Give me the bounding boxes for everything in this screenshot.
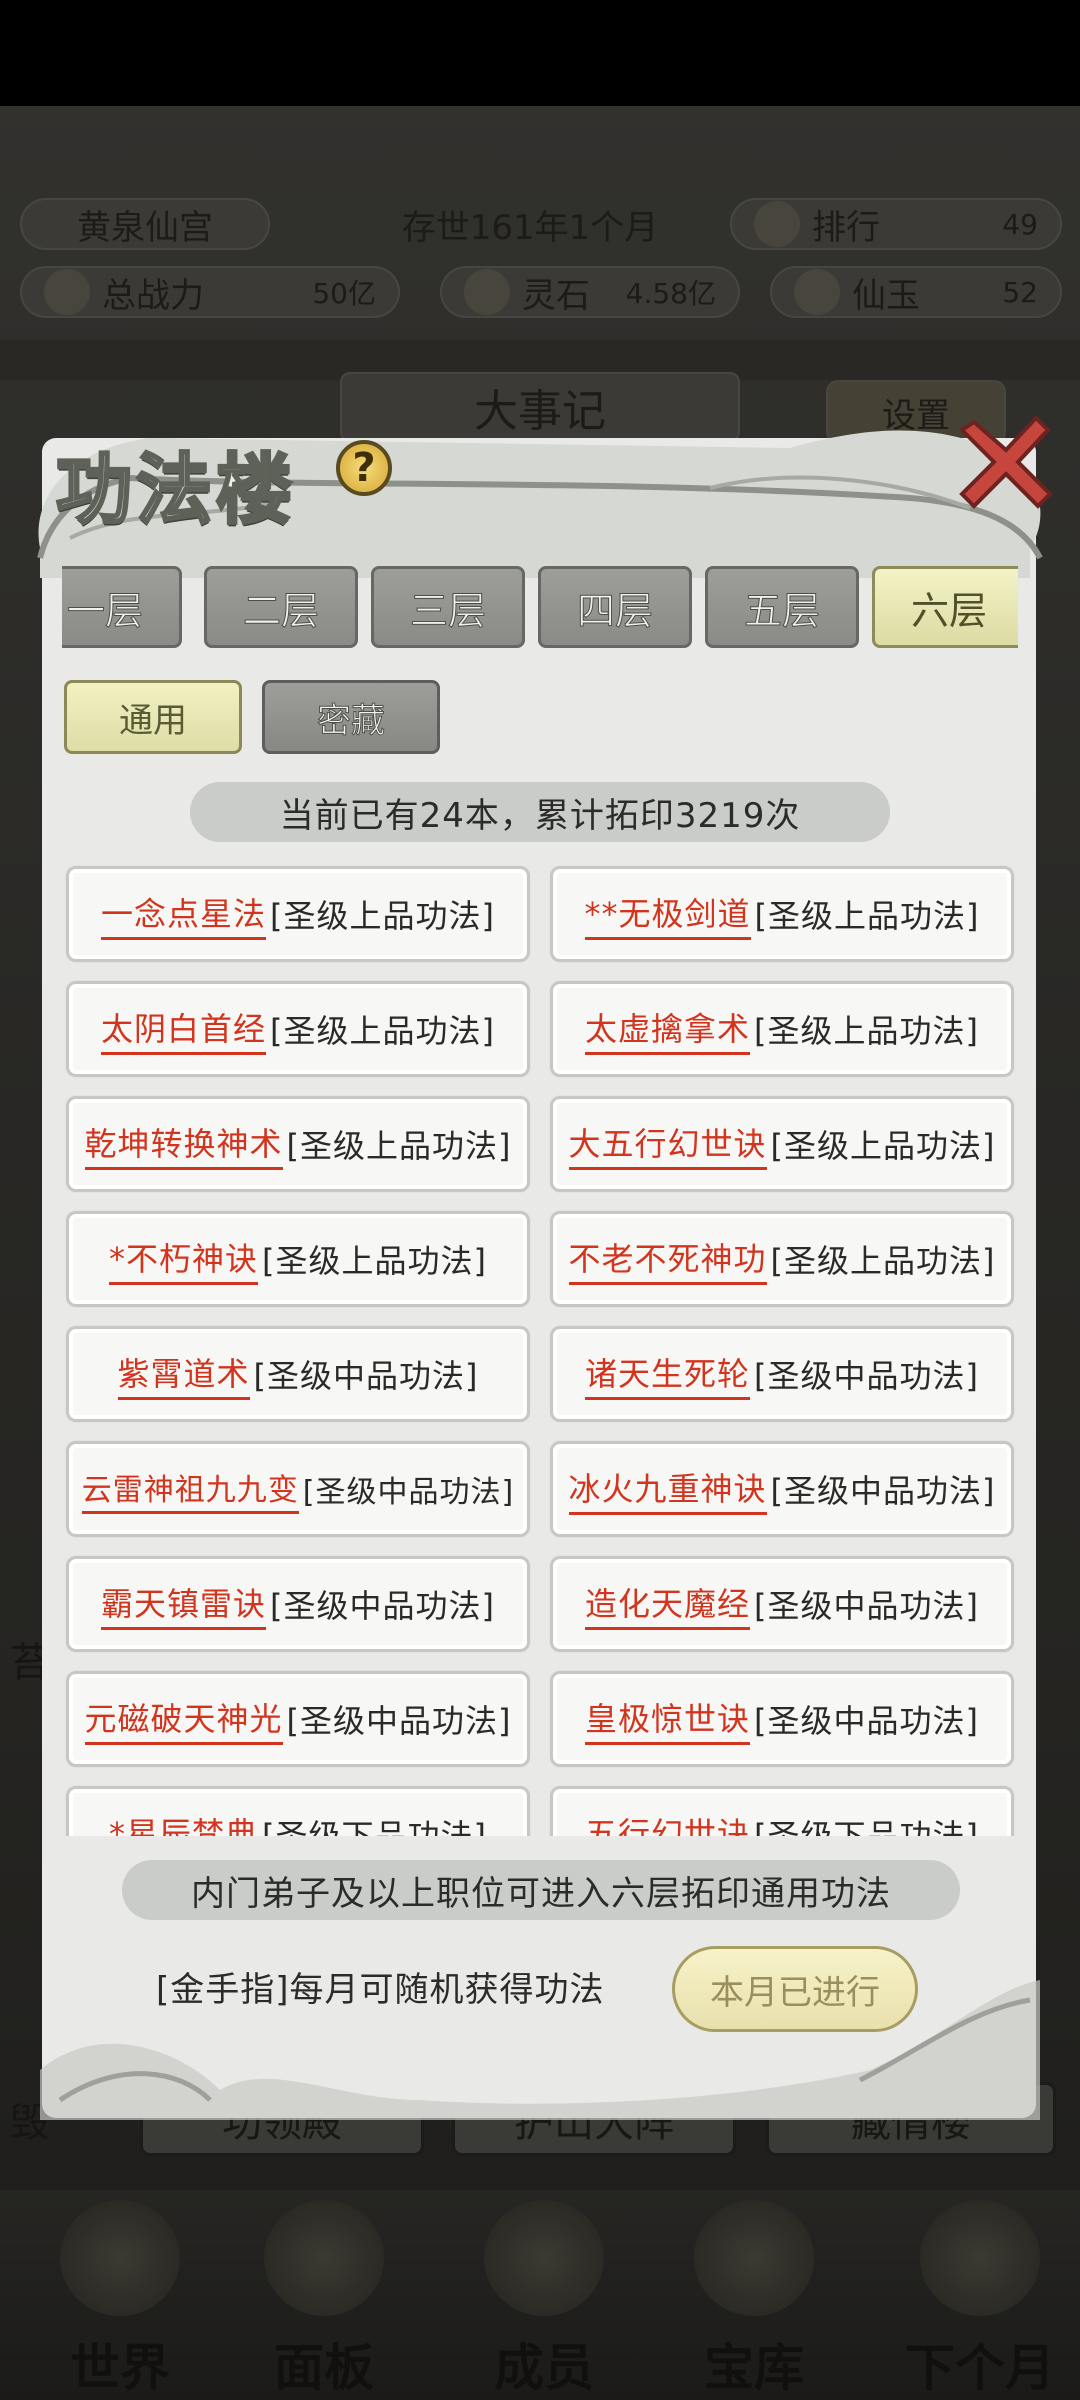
technique-item[interactable]: 五行幻世诀 [圣级下品功法] bbox=[550, 1786, 1014, 1836]
technique-name[interactable]: 皇极惊世诀 bbox=[585, 1694, 751, 1745]
tab-floor-6[interactable]: 六层 bbox=[872, 566, 1018, 648]
technique-name[interactable]: 大五行幻世诀 bbox=[568, 1119, 767, 1170]
technique-item[interactable]: 造化天魔经 [圣级中品功法] bbox=[550, 1556, 1014, 1652]
tab-floor-3[interactable]: 三层 bbox=[371, 566, 525, 648]
tab-floor-1[interactable]: 一层 bbox=[62, 566, 182, 648]
technique-grade: [圣级上品功法] bbox=[262, 1242, 487, 1280]
tab-floor-2[interactable]: 二层 bbox=[204, 566, 358, 648]
technique-item[interactable]: 云雷神祖九九变 [圣级中品功法] bbox=[66, 1441, 530, 1537]
summary-banner: 当前已有24本，累计拓印3219次 bbox=[190, 782, 890, 842]
tab-floor-5[interactable]: 五层 bbox=[705, 566, 859, 648]
technique-grade: [圣级中品功法] bbox=[253, 1357, 479, 1395]
technique-name[interactable]: **无极剑道 bbox=[584, 889, 751, 940]
modal-title: 功法楼 bbox=[55, 444, 296, 536]
monthly-done-button[interactable]: 本月已进行 bbox=[672, 1946, 918, 2032]
technique-name[interactable]: 诸天生死轮 bbox=[585, 1349, 751, 1400]
tab-floor-4[interactable]: 四层 bbox=[538, 566, 692, 648]
technique-grade: [圣级上品功法] bbox=[754, 897, 980, 935]
technique-name[interactable]: 霸天镇雷诀 bbox=[101, 1579, 267, 1630]
close-icon[interactable] bbox=[956, 410, 1056, 510]
technique-item[interactable]: 太虚擒拿术 [圣级上品功法] bbox=[550, 981, 1014, 1077]
technique-grade: [圣级上品功法] bbox=[754, 1012, 979, 1050]
technique-grade: [圣级上品功法] bbox=[770, 1242, 996, 1280]
technique-name[interactable]: 冰火九重神诀 bbox=[568, 1464, 767, 1515]
technique-item[interactable]: 紫霄道术 [圣级中品功法] bbox=[66, 1326, 530, 1422]
technique-name[interactable]: 一念点星法 bbox=[101, 889, 267, 940]
golden-finger-text: [金手指]每月可随机获得功法 bbox=[156, 1970, 605, 2010]
technique-item[interactable]: 一念点星法 [圣级上品功法] bbox=[66, 866, 530, 962]
help-icon[interactable]: ? bbox=[336, 440, 392, 496]
technique-name[interactable]: *星辰梵典 bbox=[109, 1809, 258, 1837]
technique-item[interactable]: 乾坤转换神术 [圣级上品功法] bbox=[66, 1096, 530, 1192]
technique-grade: [圣级中品功法] bbox=[270, 1587, 495, 1625]
technique-list: 一念点星法 [圣级上品功法] **无极剑道 [圣级上品功法] 太阴白首经 [圣级上品功… bbox=[62, 862, 1018, 1836]
technique-grade: [圣级上品功法] bbox=[286, 1127, 512, 1165]
technique-name[interactable]: 造化天魔经 bbox=[585, 1579, 751, 1630]
technique-item[interactable]: 不老不死神功 [圣级上品功法] bbox=[550, 1211, 1014, 1307]
technique-name[interactable]: 五行幻世诀 bbox=[585, 1809, 750, 1837]
technique-grade: [圣级下品功法] bbox=[262, 1817, 487, 1836]
technique-item[interactable]: **无极剑道 [圣级上品功法] bbox=[550, 866, 1014, 962]
technique-item[interactable]: 霸天镇雷诀 [圣级中品功法] bbox=[66, 1556, 530, 1652]
technique-item[interactable]: 元磁破天神光 [圣级中品功法] bbox=[66, 1671, 530, 1767]
technique-name[interactable]: *不朽神诀 bbox=[109, 1234, 259, 1285]
requirement-banner: 内门弟子及以上职位可进入六层拓印通用功法 bbox=[122, 1860, 960, 1920]
technique-item[interactable]: *星辰梵典 [圣级下品功法] bbox=[66, 1786, 530, 1836]
technique-item[interactable]: 太阴白首经 [圣级上品功法] bbox=[66, 981, 530, 1077]
technique-name[interactable]: 云雷神祖九九变 bbox=[81, 1465, 299, 1514]
technique-name[interactable]: 元磁破天神光 bbox=[84, 1694, 283, 1745]
technique-name[interactable]: 乾坤转换神术 bbox=[84, 1119, 283, 1170]
technique-name[interactable]: 太虚擒拿术 bbox=[585, 1004, 751, 1055]
technique-name[interactable]: 紫霄道术 bbox=[117, 1349, 250, 1400]
technique-item[interactable]: 冰火九重神诀 [圣级中品功法] bbox=[550, 1441, 1014, 1537]
tab-general[interactable]: 通用 bbox=[64, 680, 242, 754]
technique-grade: [圣级下品功法] bbox=[754, 1817, 979, 1836]
technique-grade: [圣级中品功法] bbox=[754, 1357, 979, 1395]
technique-grade: [圣级中品功法] bbox=[302, 1475, 515, 1510]
tab-secret[interactable]: 密藏 bbox=[262, 680, 440, 754]
technique-name[interactable]: 太阴白首经 bbox=[101, 1004, 267, 1055]
technique-grade: [圣级上品功法] bbox=[270, 897, 495, 935]
floor-tabs: 一层 二层 三层 四层 五层 六层 bbox=[62, 566, 1018, 648]
technique-item[interactable]: *不朽神诀 [圣级上品功法] bbox=[66, 1211, 530, 1307]
technique-name[interactable]: 不老不死神功 bbox=[568, 1234, 767, 1285]
technique-grade: [圣级上品功法] bbox=[770, 1127, 996, 1165]
technique-grade: [圣级中品功法] bbox=[754, 1702, 979, 1740]
technique-grade: [圣级中品功法] bbox=[286, 1702, 512, 1740]
technique-item[interactable]: 诸天生死轮 [圣级中品功法] bbox=[550, 1326, 1014, 1422]
technique-item[interactable]: 大五行幻世诀 [圣级上品功法] bbox=[550, 1096, 1014, 1192]
technique-grade: [圣级上品功法] bbox=[270, 1012, 495, 1050]
technique-item[interactable]: 皇极惊世诀 [圣级中品功法] bbox=[550, 1671, 1014, 1767]
technique-grade: [圣级中品功法] bbox=[770, 1472, 996, 1510]
status-bar bbox=[0, 0, 1080, 106]
technique-grade: [圣级中品功法] bbox=[754, 1587, 979, 1625]
